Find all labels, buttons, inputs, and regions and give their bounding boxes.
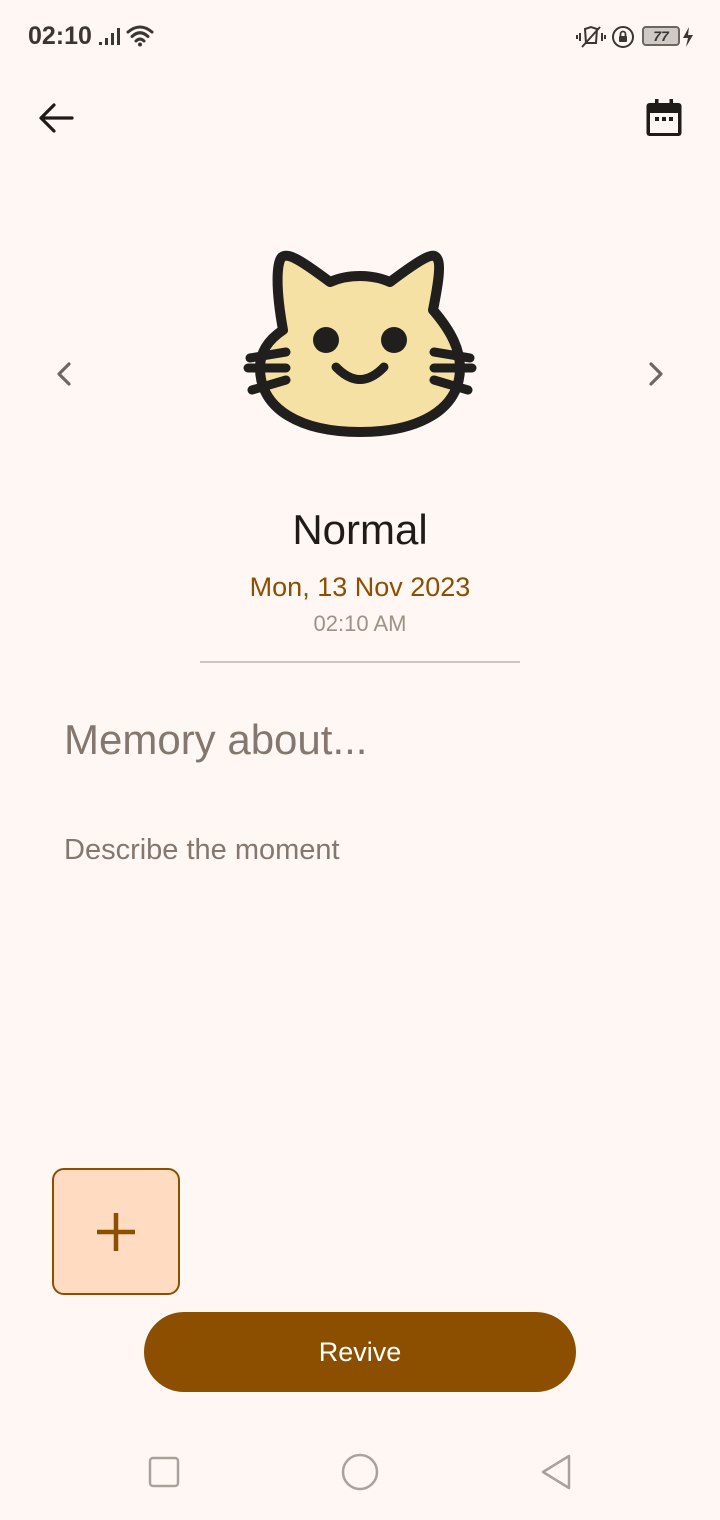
- chevron-left-icon: [57, 362, 71, 386]
- plus-icon: [97, 1212, 135, 1251]
- happy-cat-face-icon: [243, 250, 477, 437]
- wifi-icon: [126, 25, 154, 47]
- add-media-button[interactable]: [52, 1168, 180, 1295]
- back-button[interactable]: [28, 90, 84, 146]
- recents-button[interactable]: [136, 1444, 192, 1500]
- revive-button[interactable]: Revive: [144, 1312, 576, 1392]
- battery-level: 77: [653, 28, 669, 44]
- system-back-button[interactable]: [528, 1444, 584, 1500]
- square-icon: [148, 1456, 180, 1488]
- charging-icon: [683, 27, 693, 47]
- calendar-icon: [646, 99, 682, 136]
- triangle-back-icon: [541, 1454, 571, 1490]
- signal-icon: [99, 28, 120, 45]
- previous-mood-button[interactable]: [40, 350, 88, 398]
- moment-description-input[interactable]: [64, 834, 664, 1134]
- divider: [200, 661, 520, 663]
- entry-time[interactable]: 02:10 AM: [0, 611, 720, 637]
- next-mood-button[interactable]: [632, 350, 680, 398]
- status-bar: 02:10 77: [0, 0, 720, 76]
- system-navigation-bar: [0, 1430, 720, 1520]
- chevron-right-icon: [649, 362, 663, 386]
- home-button[interactable]: [332, 1444, 388, 1500]
- memory-title-input[interactable]: [64, 710, 664, 770]
- arrow-left-icon: [39, 103, 74, 133]
- vibrate-icon: [576, 25, 606, 48]
- entry-date[interactable]: Mon, 13 Nov 2023: [0, 572, 720, 603]
- lock-rotation-icon: [612, 26, 634, 48]
- circle-icon: [341, 1453, 379, 1491]
- battery-icon: 77: [642, 26, 680, 46]
- status-time: 02:10: [28, 22, 92, 50]
- calendar-button[interactable]: [636, 90, 692, 146]
- mood-label: Normal: [292, 506, 428, 553]
